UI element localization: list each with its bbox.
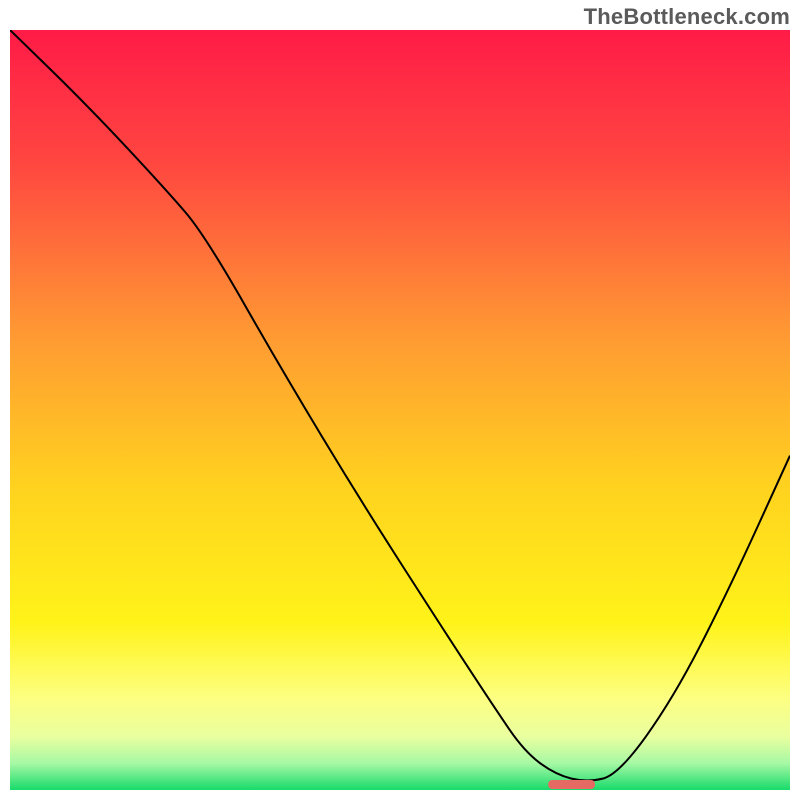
optimal-range-marker [548, 780, 595, 789]
gradient-background [10, 30, 790, 790]
bottleneck-chart [10, 30, 790, 790]
chart-container [10, 30, 790, 790]
watermark-text: TheBottleneck.com [584, 4, 790, 30]
